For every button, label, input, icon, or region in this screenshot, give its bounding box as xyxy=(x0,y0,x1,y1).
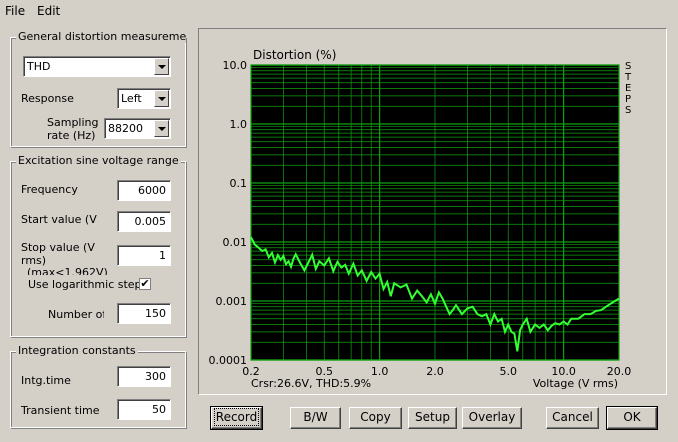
start-value-label: Start value (V xyxy=(21,213,97,226)
response-select[interactable]: Left xyxy=(117,88,171,109)
log-step-checkbox[interactable]: ✔ xyxy=(139,278,151,290)
setup-button[interactable]: Setup xyxy=(408,407,457,429)
sampling-rate-select[interactable]: 88200 xyxy=(104,118,171,139)
y-tick-label: 0.1 xyxy=(230,177,248,190)
stop-value-max-hint: (max<1.962V) xyxy=(27,266,108,275)
bw-button[interactable]: B/W xyxy=(290,407,341,429)
menu-edit[interactable]: Edit xyxy=(37,4,60,18)
menu-file[interactable]: File xyxy=(5,4,25,18)
distortion-type-value: THD xyxy=(27,60,51,73)
chart-frame: 0.2 0.5 1.0 2.0 5.0 10.0 20.0 0.0001 0.001 0.01 0.… xyxy=(198,28,667,395)
record-button[interactable]: Record xyxy=(210,406,263,430)
log-step-label: Use logarithmic step xyxy=(28,278,140,291)
transient-time-label: Transient time xyxy=(21,404,100,417)
y-tick-label: 0.01 xyxy=(223,236,248,249)
x-axis-label: Voltage (V rms) xyxy=(533,377,618,390)
stop-value-label-line1: Stop value (V xyxy=(21,241,95,254)
overlay-button[interactable]: Overlay xyxy=(462,407,522,429)
y-tick-label: 10.0 xyxy=(223,59,248,72)
intg-time-label: Intg.time xyxy=(21,374,71,387)
general-distortion-title: General distortion measuremen xyxy=(16,30,186,43)
distortion-type-select[interactable]: THD xyxy=(23,56,171,77)
y-tick-label: 0.001 xyxy=(216,295,248,308)
transient-time-input[interactable]: 50 xyxy=(117,399,171,420)
chevron-down-icon[interactable] xyxy=(154,90,169,107)
steps-letter: T xyxy=(624,72,632,83)
grid-lines xyxy=(250,64,620,361)
chevron-down-icon[interactable] xyxy=(154,58,169,75)
stop-value-input[interactable]: 1 xyxy=(117,245,171,266)
steps-letter: E xyxy=(625,83,631,94)
cursor-readout: Crsr:26.6V, THD:5.9% xyxy=(251,377,371,390)
frequency-input[interactable]: 6000 xyxy=(117,180,171,201)
steps-label: STEPS xyxy=(624,61,632,116)
x-tick-label: 2.0 xyxy=(426,365,444,378)
excitation-title: Excitation sine voltage range xyxy=(16,154,181,167)
y-tick-label: 0.0001 xyxy=(209,354,248,367)
menu-bar: File Edit xyxy=(0,0,678,22)
ok-button[interactable]: OK xyxy=(606,406,658,430)
response-value: Left xyxy=(121,92,142,105)
start-value-input[interactable]: 0.005 xyxy=(117,211,171,232)
sampling-rate-label-line2: rate (Hz) xyxy=(47,129,96,142)
steps-letter: S xyxy=(625,105,631,116)
checkmark-icon: ✔ xyxy=(140,277,150,290)
copy-button[interactable]: Copy xyxy=(349,407,402,429)
number-of-steps-label: Number of xyxy=(48,308,104,321)
chart-title: Distortion (%) xyxy=(253,48,336,62)
chevron-down-icon[interactable] xyxy=(154,120,169,137)
distortion-chart[interactable]: 0.2 0.5 1.0 2.0 5.0 10.0 20.00.00010.0010.010.… xyxy=(199,29,666,394)
sampling-rate-value: 88200 xyxy=(108,122,143,135)
x-tick-label: 5.0 xyxy=(499,365,517,378)
response-label: Response xyxy=(21,92,74,105)
number-of-steps-input[interactable]: 150 xyxy=(117,303,171,324)
steps-letter: S xyxy=(625,61,631,72)
frequency-label: Frequency xyxy=(21,183,78,196)
integration-title: Integration constants xyxy=(16,344,138,357)
steps-letter: P xyxy=(625,94,631,105)
y-tick-label: 1.0 xyxy=(230,118,248,131)
intg-time-input[interactable]: 300 xyxy=(117,366,171,387)
sampling-rate-label-line1: Sampling xyxy=(47,116,99,129)
cancel-button[interactable]: Cancel xyxy=(546,407,599,429)
x-tick-label: 1.0 xyxy=(371,365,389,378)
